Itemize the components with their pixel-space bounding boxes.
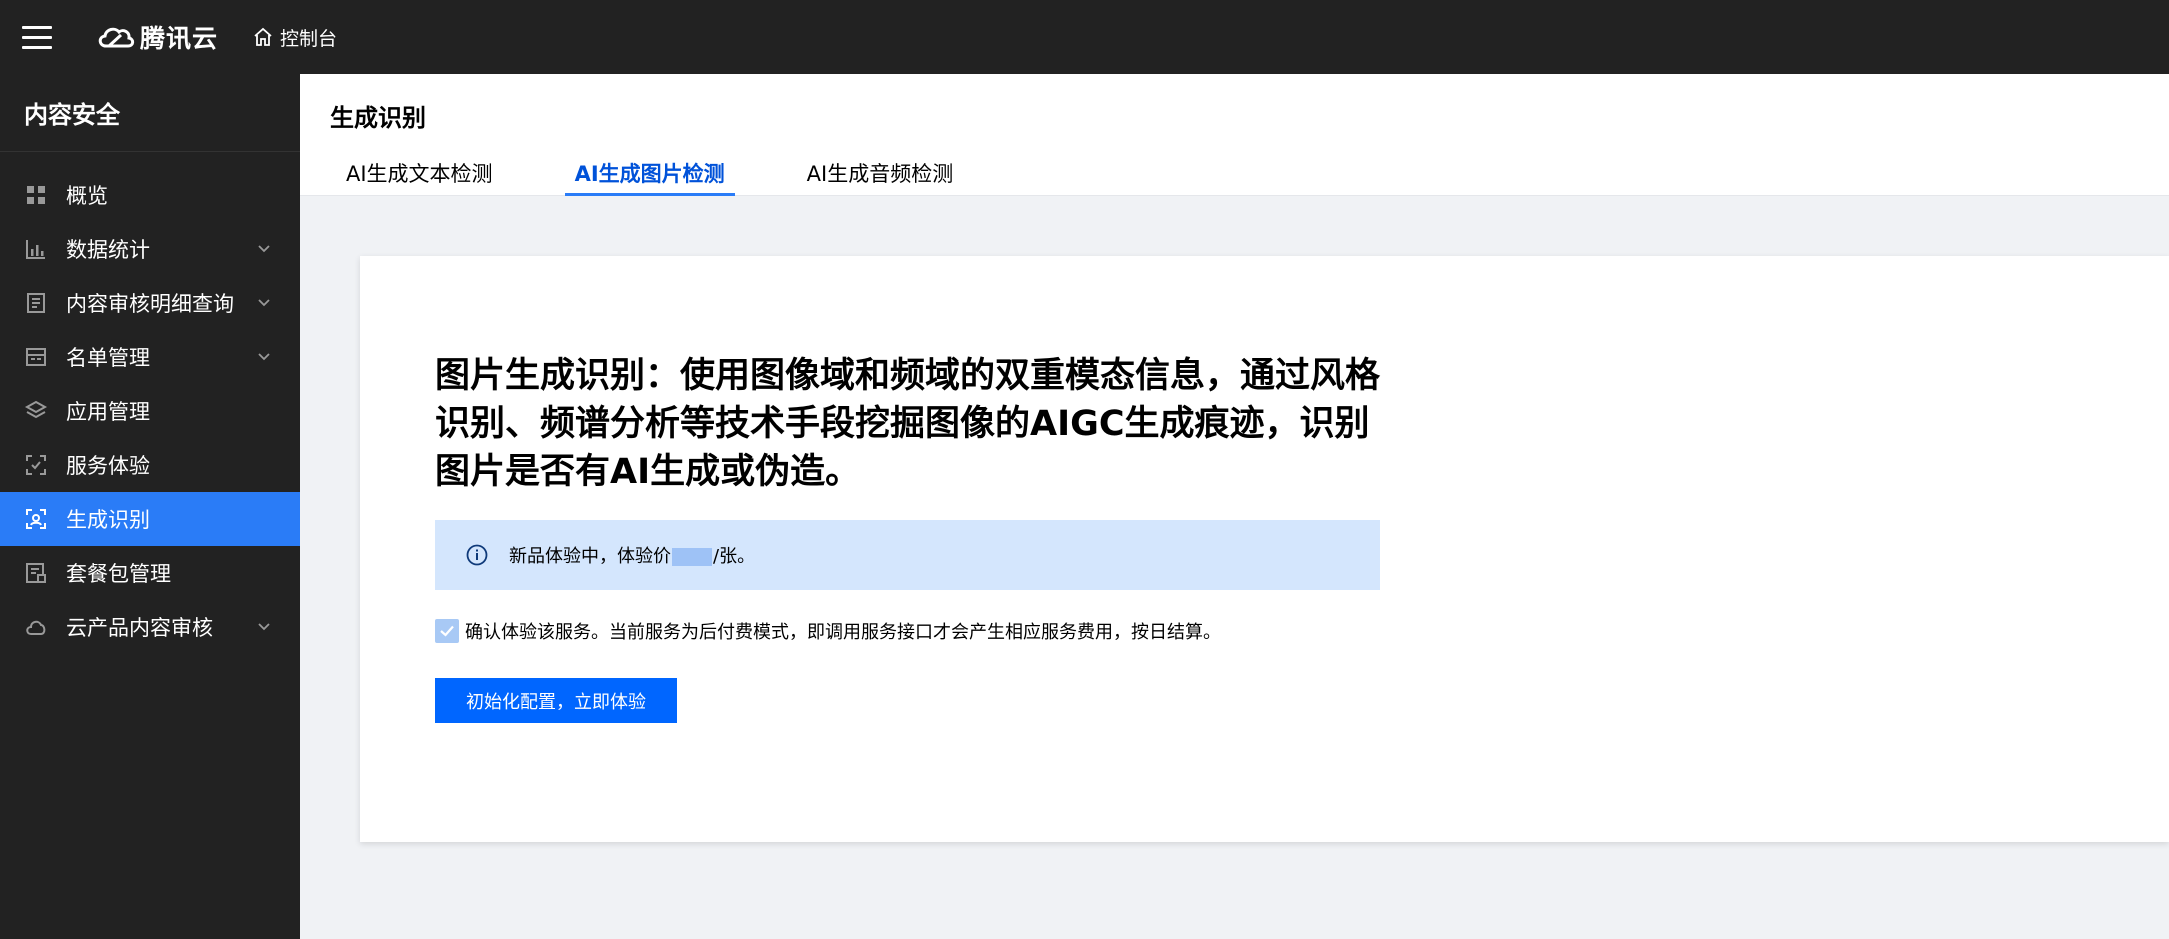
sidebar-item-label: 套餐包管理 (66, 562, 171, 586)
intro-card: 图片生成识别：使用图像域和频域的双重模态信息，通过风格识别、频谱分析等技术手段挖… (360, 256, 2169, 842)
scan-face-icon (24, 507, 48, 531)
scan-check-icon (24, 453, 48, 477)
page-title: 生成识别 (330, 104, 426, 132)
sidebar-item-cloud-product-audit[interactable]: 云产品内容审核 (0, 600, 300, 654)
notice-suffix: /张。 (713, 546, 756, 567)
document-list-icon (24, 291, 48, 315)
sidebar-item-service-trial[interactable]: 服务体验 (0, 438, 300, 492)
sidebar-item-label: 生成识别 (66, 508, 150, 532)
price-mask (672, 548, 712, 566)
sidebar-item-label: 数据统计 (66, 238, 150, 262)
package-icon (24, 561, 48, 585)
confirm-row: 确认体验该服务。当前服务为后付费模式，即调用服务接口才会产生相应服务费用，按日结… (435, 618, 1221, 644)
sidebar-item-label: 概览 (66, 184, 108, 208)
sidebar-item-list-management[interactable]: 名单管理 (0, 330, 300, 384)
cloud-icon (24, 615, 48, 639)
layers-icon (24, 399, 48, 423)
grid-icon (24, 183, 48, 207)
info-icon (466, 544, 488, 566)
sidebar-item-package-management[interactable]: 套餐包管理 (0, 546, 300, 600)
chevron-down-icon[interactable] (256, 349, 272, 365)
sidebar-menu: 概览 数据统计 内容审核明细查询 名单管理 应用管理 服务体验 生成识别 套餐包… (0, 168, 300, 654)
chevron-down-icon[interactable] (256, 619, 272, 635)
tab-bar: AI生成文本检测 AI生成图片检测 AI生成音频检测 (336, 158, 1025, 196)
chevron-down-icon[interactable] (256, 295, 272, 311)
sidebar-item-audit-detail[interactable]: 内容审核明细查询 (0, 276, 300, 330)
notice-prefix: 新品体验中，体验价 (509, 546, 671, 567)
chevron-down-icon[interactable] (256, 241, 272, 257)
page-header: 生成识别 AI生成文本检测 AI生成图片检测 AI生成音频检测 (300, 74, 2169, 196)
sidebar-item-label: 服务体验 (66, 454, 150, 478)
sidebar-item-label: 云产品内容审核 (66, 616, 213, 640)
checkmark-icon (440, 625, 454, 637)
cloud-logo-icon (98, 27, 135, 48)
logo-text: 腾讯云 (140, 24, 219, 53)
bar-chart-icon (24, 237, 48, 261)
list-box-icon (24, 345, 48, 369)
intro-headline: 图片生成识别：使用图像域和频域的双重模态信息，通过风格识别、频谱分析等技术手段挖… (435, 356, 1381, 492)
sidebar-item-label: 内容审核明细查询 (66, 292, 234, 316)
tab-ai-image-detection[interactable]: AI生成图片检测 (564, 158, 735, 196)
top-bar: 腾讯云 控制台 (0, 0, 2169, 74)
sidebar: 内容安全 概览 数据统计 内容审核明细查询 名单管理 应用管理 服务体验 生成识… (0, 74, 300, 939)
sidebar-item-app-management[interactable]: 应用管理 (0, 384, 300, 438)
console-link[interactable]: 控制台 (252, 22, 337, 52)
sidebar-title: 内容安全 (0, 74, 300, 152)
tab-ai-audio-detection[interactable]: AI生成音频检测 (797, 158, 964, 196)
sidebar-item-statistics[interactable]: 数据统计 (0, 222, 300, 276)
home-icon (254, 27, 272, 46)
tab-ai-text-detection[interactable]: AI生成文本检测 (336, 158, 503, 196)
sidebar-item-label: 名单管理 (66, 346, 150, 370)
confirm-checkbox[interactable] (435, 619, 459, 643)
sidebar-item-generation-detection[interactable]: 生成识别 (0, 492, 300, 546)
tencent-cloud-logo[interactable]: 腾讯云 (96, 18, 218, 56)
confirm-text: 确认体验该服务。当前服务为后付费模式，即调用服务接口才会产生相应服务费用，按日结… (465, 622, 1221, 643)
main-content: 生成识别 AI生成文本检测 AI生成图片检测 AI生成音频检测 图片生成识别：使… (300, 74, 2169, 939)
price-notice-text: 新品体验中，体验价/张。 (509, 542, 755, 568)
console-label: 控制台 (280, 27, 338, 50)
price-notice: 新品体验中，体验价/张。 (435, 520, 1380, 590)
hamburger-menu-icon[interactable] (22, 24, 52, 50)
sidebar-item-overview[interactable]: 概览 (0, 168, 300, 222)
sidebar-item-label: 应用管理 (66, 400, 150, 424)
init-config-button[interactable]: 初始化配置，立即体验 (435, 678, 677, 723)
